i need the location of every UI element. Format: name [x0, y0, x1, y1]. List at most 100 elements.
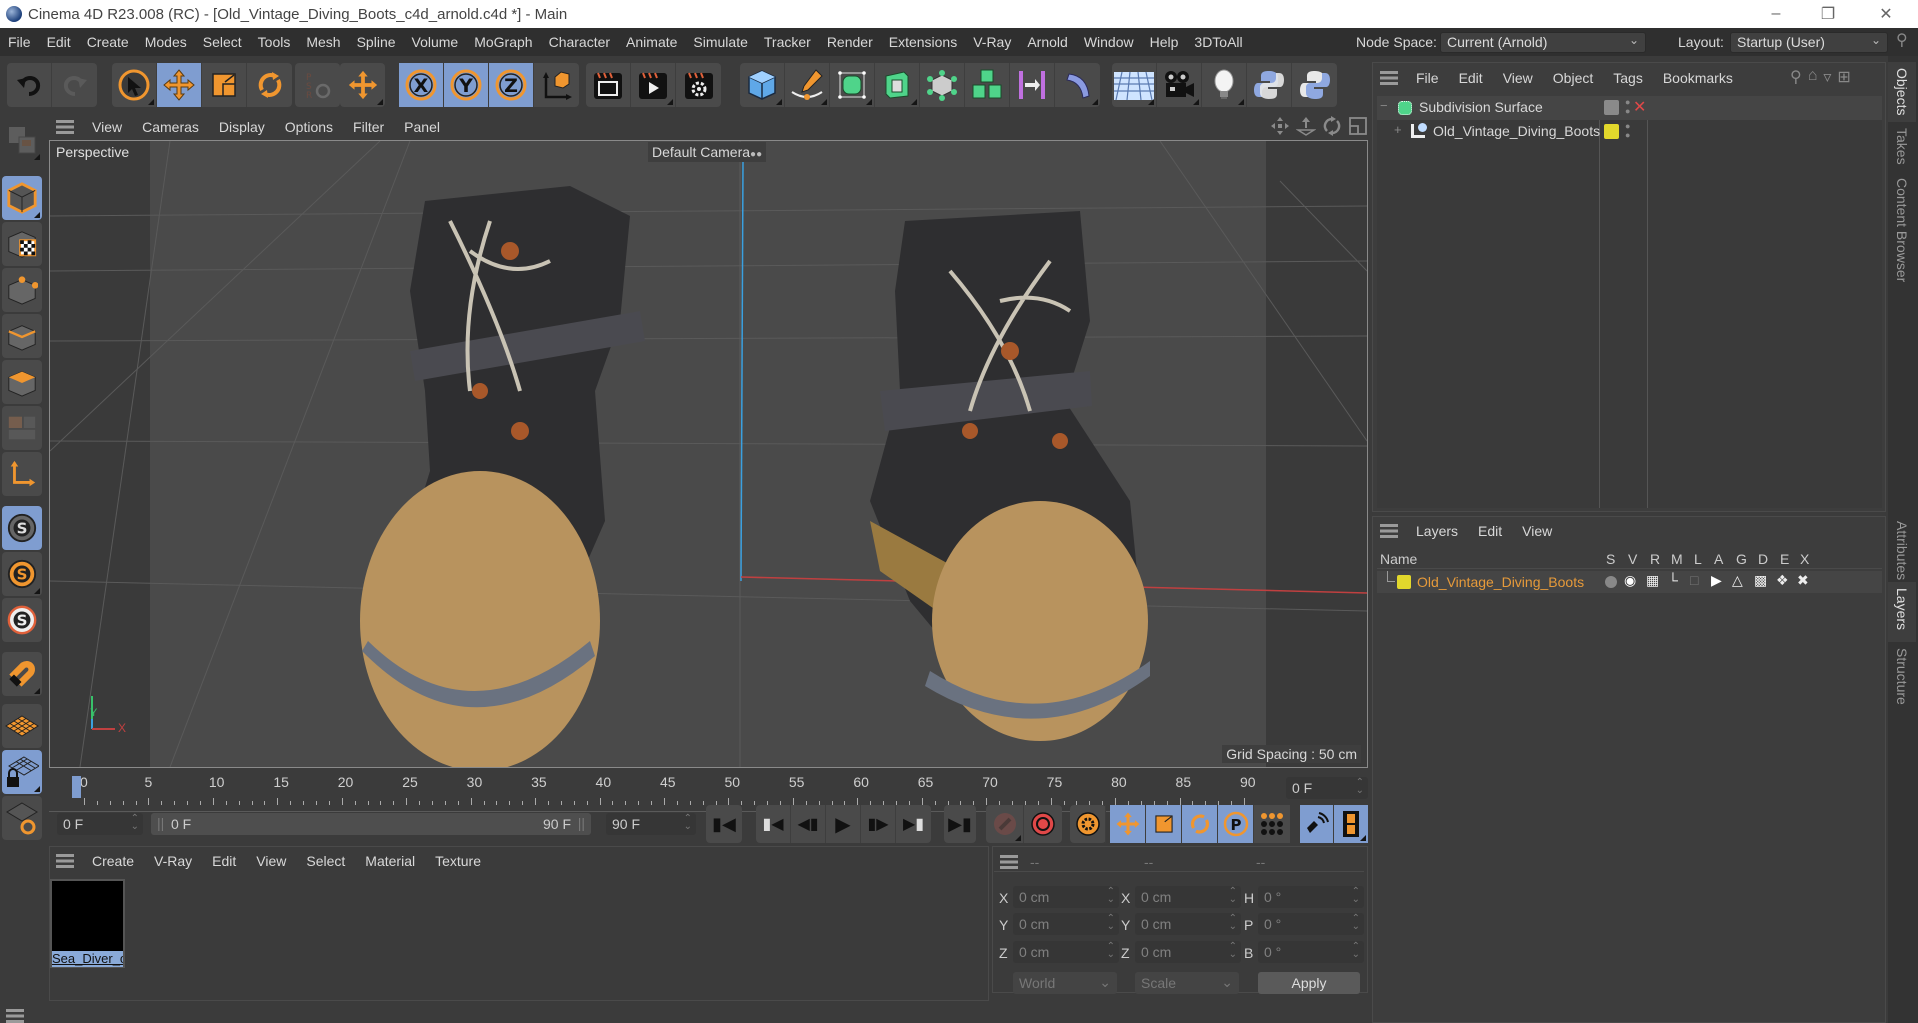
hamburger-menu-icon[interactable]	[56, 120, 74, 134]
viewport-menu-view[interactable]: View	[82, 119, 132, 135]
go-to-end-button[interactable]: ▶▮	[944, 805, 976, 843]
snap-button[interactable]	[2, 652, 42, 696]
material-menu-select[interactable]: Select	[296, 853, 355, 869]
objects-menu-view[interactable]: View	[1493, 70, 1543, 86]
search-icon[interactable]: ⚲	[1896, 30, 1908, 50]
menu-tools[interactable]: Tools	[250, 34, 299, 50]
menu-file[interactable]: File	[0, 34, 39, 50]
select-tool-button[interactable]	[112, 63, 157, 107]
layers-menu-layers[interactable]: Layers	[1406, 523, 1468, 539]
objects-menu-object[interactable]: Object	[1543, 70, 1603, 86]
render-settings-button[interactable]	[676, 63, 721, 107]
objects-menu-edit[interactable]: Edit	[1449, 70, 1493, 86]
go-to-start-button[interactable]: ▮◀	[706, 805, 742, 843]
end-frame-field[interactable]: 90 F ⌃ ⌄	[606, 813, 696, 835]
key-rotation-button[interactable]	[1182, 805, 1218, 843]
coordinate-space-select[interactable]: World ⌄	[1013, 972, 1117, 994]
python-button-2[interactable]	[1292, 63, 1337, 107]
record-active-button[interactable]	[986, 805, 1024, 843]
menu-help[interactable]: Help	[1142, 34, 1187, 50]
expand-icon[interactable]: +	[1394, 122, 1402, 137]
close-button[interactable]: ✕	[1858, 0, 1914, 28]
scale-tool-button[interactable]	[202, 63, 247, 107]
search-icon[interactable]: ⚲	[1790, 67, 1802, 87]
current-frame-field[interactable]: 0 F ⌃ ⌄	[1286, 777, 1368, 799]
tab-objects[interactable]: Objects	[1894, 68, 1910, 115]
generator-icon[interactable]: △	[1732, 572, 1743, 589]
dolly-icon[interactable]	[1296, 116, 1316, 136]
column-deformers[interactable]: D	[1758, 551, 1768, 567]
minimize-button[interactable]: –	[1748, 0, 1804, 28]
menu-edit[interactable]: Edit	[39, 34, 79, 50]
eye-icon[interactable]: ◉	[1624, 572, 1636, 589]
position-y-field[interactable]: 0 cm ⌃ ⌄	[1013, 913, 1119, 935]
axis-mode-button[interactable]	[2, 452, 42, 496]
menu-character[interactable]: Character	[541, 34, 618, 50]
symmetry-button[interactable]	[1010, 63, 1055, 107]
filter-icon[interactable]: ▿	[1823, 67, 1831, 87]
rotate-tool-button[interactable]	[247, 63, 292, 107]
workplane-align-button[interactable]	[2, 796, 42, 840]
film-button[interactable]	[1334, 805, 1368, 843]
restore-button[interactable]: ❐	[1800, 0, 1856, 28]
menu-mograph[interactable]: MoGraph	[466, 34, 540, 50]
material-menu-create[interactable]: Create	[82, 853, 144, 869]
workplane-button[interactable]	[2, 704, 42, 748]
material-menu-vray[interactable]: V-Ray	[144, 853, 202, 869]
locked-workplane-button[interactable]	[2, 750, 42, 794]
hamburger-menu-icon[interactable]	[1380, 71, 1398, 85]
position-x-field[interactable]: 0 cm ⌃ ⌄	[1013, 886, 1119, 908]
menu-volume[interactable]: Volume	[404, 34, 467, 50]
orbit-icon[interactable]	[1322, 116, 1342, 136]
rotation-h-field[interactable]: 0 ° ⌃ ⌄	[1258, 886, 1364, 908]
menu-3dtoall[interactable]: 3DToAll	[1186, 34, 1250, 50]
bend-button[interactable]	[1055, 63, 1100, 107]
tab-attributes[interactable]: Attributes	[1894, 521, 1910, 580]
hierarchy-icon[interactable]: └	[1668, 572, 1678, 588]
status-bar-menu-icon[interactable]	[6, 1009, 24, 1023]
material-menu-view[interactable]: View	[246, 853, 296, 869]
pan-icon[interactable]	[1270, 116, 1290, 136]
undo-button[interactable]	[7, 63, 52, 107]
play-button[interactable]: ▶	[826, 805, 861, 843]
key-pla-button[interactable]	[1254, 805, 1290, 843]
new-view-icon[interactable]: ⊞	[1837, 67, 1850, 87]
menu-spline[interactable]: Spline	[349, 34, 404, 50]
hamburger-menu-icon[interactable]	[1000, 854, 1018, 869]
objects-menu-file[interactable]: File	[1406, 70, 1449, 86]
z-axis-lock-button[interactable]: Z	[489, 63, 534, 107]
layers-menu-edit[interactable]: Edit	[1468, 523, 1512, 539]
menu-modes[interactable]: Modes	[137, 34, 195, 50]
hamburger-menu-icon[interactable]	[56, 854, 74, 868]
deformer-button[interactable]	[920, 63, 965, 107]
enabled-toggle-x-icon[interactable]: ✕	[1633, 97, 1646, 117]
prev-frame-button[interactable]: ◀▮	[791, 805, 826, 843]
rotation-b-field[interactable]: 0 ° ⌃ ⌄	[1258, 941, 1364, 963]
coordinate-system-button[interactable]	[534, 63, 579, 107]
point-mode-button[interactable]	[2, 268, 42, 312]
edge-mode-button[interactable]	[2, 314, 42, 358]
column-visible[interactable]: V	[1628, 551, 1637, 567]
light-button[interactable]	[1202, 63, 1247, 107]
polygon-mode-button[interactable]	[2, 360, 42, 404]
render-view-button[interactable]	[586, 63, 631, 107]
menu-tracker[interactable]: Tracker	[756, 34, 819, 50]
keyframe-selection-button[interactable]	[1070, 805, 1106, 843]
viewport-projection-label[interactable]: Perspective	[56, 144, 129, 160]
key-position-button[interactable]	[1110, 805, 1146, 843]
object-row-boots[interactable]: + Old_Vintage_Diving_Boots ● ●	[1377, 120, 1882, 144]
menu-window[interactable]: Window	[1076, 34, 1142, 50]
texture-mode-button[interactable]	[2, 222, 42, 266]
subdivision-button[interactable]	[830, 63, 875, 107]
psr-reset-button[interactable]: PSR	[295, 63, 340, 107]
rotation-p-field[interactable]: 0 ° ⌃ ⌄	[1258, 913, 1364, 935]
tab-layers[interactable]: Layers	[1894, 588, 1910, 630]
viewport-menu-cameras[interactable]: Cameras	[132, 119, 209, 135]
next-frame-button[interactable]: ▮▶	[861, 805, 896, 843]
sound-button[interactable]	[1300, 805, 1334, 843]
column-expressions[interactable]: E	[1780, 551, 1789, 567]
timeline-playhead[interactable]	[72, 776, 81, 798]
object-name[interactable]: Subdivision Surface	[1419, 99, 1543, 115]
material-item[interactable]: Sea_Diver_c	[50, 879, 125, 968]
menu-arnold[interactable]: Arnold	[1019, 34, 1075, 50]
